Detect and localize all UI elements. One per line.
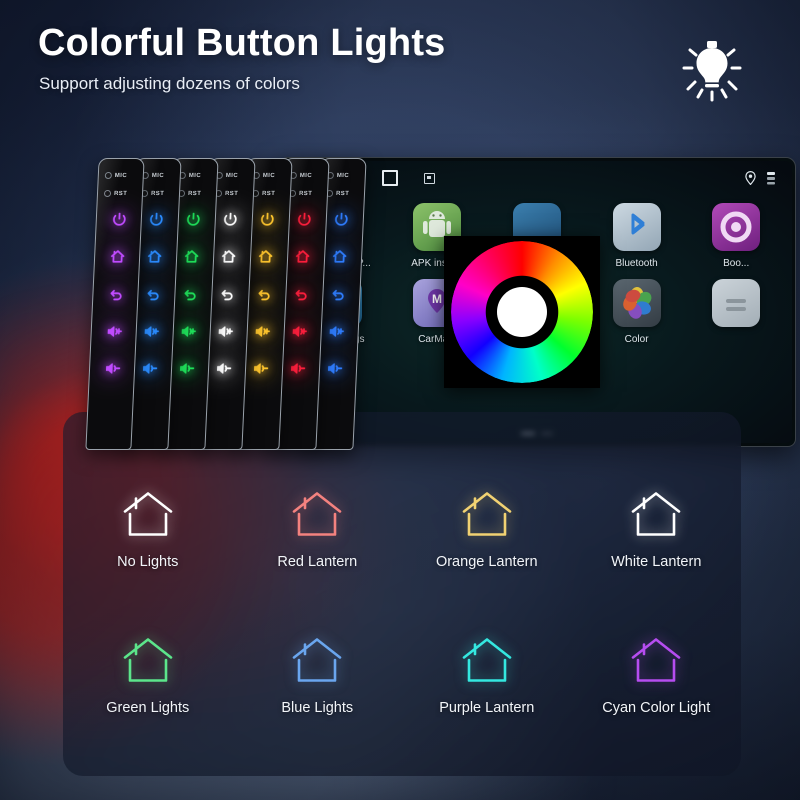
lantern-label: Green Lights	[106, 700, 190, 716]
color-wheel-center[interactable]	[497, 287, 547, 337]
mic-label-row: MIC	[326, 172, 350, 179]
lantern-option[interactable]: Red Lantern	[233, 490, 403, 570]
app-boo[interactable]: Boo...	[686, 203, 786, 269]
rst-label-row: RST	[140, 190, 165, 197]
rst-label-row: RST	[177, 190, 202, 197]
lantern-label: Blue Lights	[281, 700, 354, 716]
app-label: Boo...	[723, 258, 750, 269]
house-outline-icon	[123, 492, 173, 536]
lantern-option[interactable]: White Lantern	[572, 490, 742, 570]
lantern-grid: No Lights Red Lantern Orange Lantern White …	[63, 490, 741, 716]
app-files[interactable]	[686, 279, 786, 345]
rst-label-row: RST	[251, 190, 276, 197]
color-flower-icon	[612, 279, 661, 327]
lantern-label: Cyan Color Light	[602, 700, 711, 716]
head-unit-device: AndroiTS GP...	[85, 152, 796, 452]
lightbulb-icon	[682, 41, 742, 102]
rst-label: RST	[150, 190, 165, 197]
mic-label-row: MIC	[252, 172, 276, 179]
rst-label: RST	[261, 190, 276, 197]
rst-label-row: RST	[214, 190, 239, 197]
promo-banner: Colorful Button Lights Support adjusting…	[0, 0, 800, 800]
rst-label-row: RST	[103, 190, 128, 197]
rst-label: RST	[187, 190, 202, 197]
browser-circle-icon	[712, 203, 761, 251]
rst-label-row: RST	[288, 190, 313, 197]
signal-battery-icon	[767, 172, 775, 185]
strip-power-icon[interactable]	[96, 211, 141, 228]
lantern-label: No Lights	[117, 554, 179, 570]
house-outline-icon	[462, 638, 512, 682]
house-outline-icon	[631, 492, 681, 536]
app-color[interactable]: Color	[587, 279, 687, 345]
lantern-option[interactable]: Orange Lantern	[402, 490, 572, 570]
mic-label-row: MIC	[104, 172, 128, 179]
lantern-option[interactable]: Green Lights	[63, 636, 233, 716]
lantern-options-card: No Lights Red Lantern Orange Lantern White …	[63, 412, 741, 776]
rst-label: RST	[113, 190, 128, 197]
mic-label-row: MIC	[178, 172, 202, 179]
svg-text:M: M	[432, 292, 442, 306]
app-label: Color	[624, 334, 649, 345]
lantern-option[interactable]: Purple Lantern	[402, 636, 572, 716]
recents-square-icon[interactable]	[382, 170, 398, 186]
page-subtitle: Support adjusting dozens of colors	[39, 74, 300, 93]
rst-label-row: RST	[325, 190, 350, 197]
strip-volume-up-icon[interactable]	[91, 323, 136, 340]
house-outline-icon	[292, 492, 342, 536]
house-outline-icon	[631, 638, 681, 682]
house-outline-icon	[123, 638, 173, 682]
mic-label: MIC	[225, 172, 239, 179]
strip-back-icon[interactable]	[93, 286, 138, 303]
strip-home-icon[interactable]	[95, 248, 140, 265]
color-wheel-picker[interactable]	[444, 236, 600, 388]
mic-led-icon	[104, 172, 112, 179]
rst-led-icon	[103, 190, 112, 197]
header: Colorful Button Lights Support adjusting…	[38, 22, 738, 94]
lantern-label: Orange Lantern	[435, 554, 538, 570]
app-label: Bluetooth	[615, 258, 658, 269]
lantern-option[interactable]: Blue Lights	[233, 636, 403, 716]
mic-label-row: MIC	[289, 172, 313, 179]
mic-label: MIC	[299, 172, 313, 179]
mic-label-row: MIC	[141, 172, 165, 179]
location-pin-icon	[745, 171, 756, 185]
house-outline-icon	[462, 492, 512, 536]
screenshot-icon[interactable]	[424, 172, 435, 184]
lantern-label: Purple Lantern	[439, 700, 535, 716]
house-outline-icon	[292, 638, 342, 682]
mic-label: MIC	[336, 172, 350, 179]
mic-label: MIC	[188, 172, 202, 179]
mic-label-row: MIC	[215, 172, 239, 179]
lantern-option[interactable]: No Lights	[63, 490, 233, 570]
rst-label: RST	[335, 190, 350, 197]
bluetooth-icon	[612, 203, 661, 251]
mic-label: MIC	[114, 172, 128, 179]
page-title: Colorful Button Lights	[38, 22, 446, 64]
rst-label: RST	[298, 190, 313, 197]
lantern-label: White Lantern	[611, 554, 702, 570]
lantern-option[interactable]: Cyan Color Light	[572, 636, 742, 716]
mic-label: MIC	[151, 172, 165, 179]
app-bluetooth[interactable]: Bluetooth	[587, 203, 687, 269]
lantern-label: Red Lantern	[277, 554, 358, 570]
files-icon	[712, 279, 761, 327]
rst-label: RST	[224, 190, 239, 197]
mic-label: MIC	[262, 172, 276, 179]
strip-volume-down-icon[interactable]	[90, 360, 135, 377]
